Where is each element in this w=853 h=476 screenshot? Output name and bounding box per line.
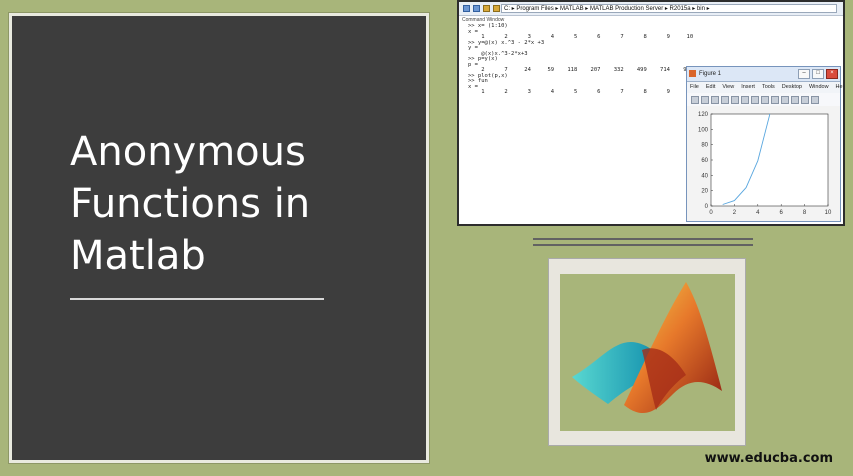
- figure-title: Figure 1: [699, 71, 722, 77]
- plot-axes-box: [710, 113, 829, 207]
- y-tick-label: 20: [701, 189, 708, 195]
- plot-area: 0 20 40 60 80 100 120 0 2 4 6 8 10: [687, 106, 840, 221]
- legend-icon[interactable]: [811, 95, 819, 104]
- brush-icon[interactable]: [791, 95, 799, 104]
- logo-background: [560, 274, 735, 431]
- menu-item-desktop[interactable]: Desktop: [782, 82, 802, 93]
- x-tick-label: 10: [825, 210, 832, 216]
- zoom-out-icon[interactable]: [751, 95, 759, 104]
- figure-titlebar[interactable]: Figure 1 – □ ×: [687, 67, 840, 82]
- window-controls: – □ ×: [798, 69, 838, 79]
- menu-item-view[interactable]: View: [722, 82, 734, 93]
- zoom-in-icon[interactable]: [741, 95, 749, 104]
- divider-line-top: [533, 238, 753, 240]
- y-tick-label: 40: [701, 173, 708, 179]
- console-line: 1 2 3 4 5 6 7 8 9 10: [468, 89, 694, 95]
- x-tick-label: 4: [756, 210, 760, 216]
- data-cursor-icon[interactable]: [781, 95, 789, 104]
- back-arrow-icon[interactable]: [463, 5, 470, 12]
- slide-title: Anonymous Functions in Matlab: [70, 126, 410, 282]
- title-line-2: Functions in: [70, 181, 311, 227]
- colorbar-icon[interactable]: [801, 95, 809, 104]
- x-tick-label: 0: [709, 210, 713, 216]
- forward-arrow-icon[interactable]: [473, 5, 480, 12]
- pan-icon[interactable]: [761, 95, 769, 104]
- up-folder-icon[interactable]: [483, 5, 490, 12]
- title-panel: Anonymous Functions in Matlab: [12, 16, 426, 460]
- y-tick-label: 120: [698, 112, 709, 118]
- matlab-logo-frame: [548, 258, 746, 446]
- figure-toolbar: [687, 93, 840, 107]
- menu-item-insert[interactable]: Insert: [741, 82, 755, 93]
- site-url: www.educba.com: [704, 451, 833, 466]
- x-tick-label: 8: [803, 210, 807, 216]
- current-folder-path[interactable]: C: ▸ Program Files ▸ MATLAB ▸ MATLAB Pro…: [501, 4, 837, 13]
- menu-item-edit[interactable]: Edit: [706, 82, 715, 93]
- minimize-button[interactable]: –: [798, 69, 810, 79]
- menu-item-file[interactable]: File: [690, 82, 699, 93]
- open-file-icon[interactable]: [701, 95, 709, 104]
- matlab-membrane-logo: [572, 282, 722, 414]
- x-tick-label: 2: [733, 210, 737, 216]
- matlab-toolbar: C: ▸ Program Files ▸ MATLAB ▸ MATLAB Pro…: [459, 2, 843, 16]
- figure-menu-bar: File Edit View Insert Tools Desktop Window Help: [687, 82, 843, 93]
- y-tick-label: 100: [698, 127, 709, 133]
- print-icon[interactable]: [721, 95, 729, 104]
- title-line-1: Anonymous: [70, 129, 306, 175]
- line-chart: 0 20 40 60 80 100 120 0 2 4 6 8 10: [698, 112, 832, 216]
- browse-folder-icon[interactable]: [493, 5, 500, 12]
- menu-item-tools[interactable]: Tools: [762, 82, 775, 93]
- menu-item-help[interactable]: Help: [836, 82, 843, 93]
- rotate-icon[interactable]: [771, 95, 779, 104]
- close-button[interactable]: ×: [826, 69, 838, 79]
- x-tick-label: 6: [780, 210, 784, 216]
- y-tick-label: 80: [701, 143, 708, 149]
- maximize-button[interactable]: □: [812, 69, 824, 79]
- y-tick-label: 60: [701, 158, 708, 164]
- menu-item-window[interactable]: Window: [809, 82, 829, 93]
- divider-line-bottom: [533, 244, 753, 246]
- command-window[interactable]: >> x= (1:10) x = 1 2 3 4 5 6 7 8 9 10 >> y…: [468, 23, 694, 96]
- new-figure-icon[interactable]: [691, 95, 699, 104]
- title-line-3: Matlab: [70, 233, 206, 279]
- pointer-icon[interactable]: [731, 95, 739, 104]
- save-icon[interactable]: [711, 95, 719, 104]
- y-tick-label: 0: [705, 204, 709, 210]
- matlab-logo-icon: [689, 70, 696, 77]
- matlab-window: C: ▸ Program Files ▸ MATLAB ▸ MATLAB Pro…: [457, 0, 845, 226]
- title-underline: [70, 298, 324, 300]
- figure-window[interactable]: Figure 1 – □ × File Edit View Insert Tools De…: [686, 66, 843, 222]
